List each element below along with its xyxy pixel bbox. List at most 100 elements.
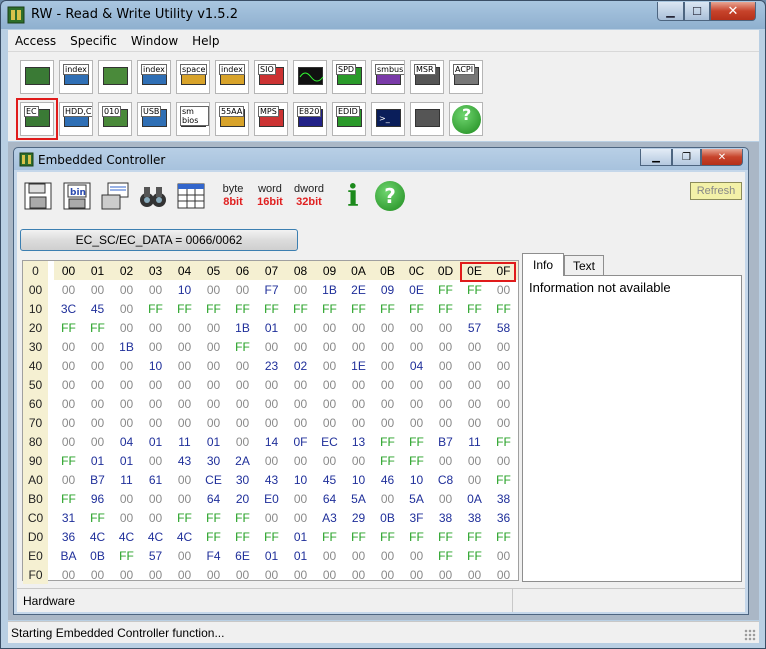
hex-cell[interactable]: 00 xyxy=(373,318,402,337)
hex-cell[interactable]: 43 xyxy=(170,451,199,470)
hex-cell[interactable]: 2E xyxy=(344,280,373,299)
hex-cell[interactable]: FF xyxy=(373,432,402,451)
hex-cell[interactable]: FF xyxy=(199,299,228,318)
hex-cell[interactable]: FF xyxy=(402,432,431,451)
hex-cell[interactable]: FF xyxy=(228,337,257,356)
hex-cell[interactable]: 00 xyxy=(83,280,112,299)
hex-cell[interactable]: B7 xyxy=(83,470,112,489)
hex-cell[interactable]: 00 xyxy=(112,565,141,584)
hex-cell[interactable]: 00 xyxy=(344,413,373,432)
hex-cell[interactable]: 00 xyxy=(83,432,112,451)
hex-cell[interactable]: 00 xyxy=(170,318,199,337)
hex-cell[interactable]: 00 xyxy=(489,375,518,394)
hex-cell[interactable]: 00 xyxy=(83,394,112,413)
hex-cell[interactable]: FF xyxy=(170,299,199,318)
hex-cell[interactable]: 00 xyxy=(141,394,170,413)
hex-cell[interactable]: 00 xyxy=(489,451,518,470)
hex-cell[interactable]: 36 xyxy=(489,508,518,527)
toolbar-spd-button[interactable]: SPD xyxy=(332,60,366,94)
hex-cell[interactable]: FF xyxy=(431,527,460,546)
hex-cell[interactable]: 57 xyxy=(460,318,489,337)
hex-cell[interactable]: 11 xyxy=(460,432,489,451)
hex-cell[interactable]: 00 xyxy=(228,280,257,299)
hex-cell[interactable]: 00 xyxy=(431,413,460,432)
hex-cell[interactable]: FF xyxy=(460,546,489,565)
hex-cell[interactable]: 45 xyxy=(315,470,344,489)
hex-cell[interactable]: 58 xyxy=(489,318,518,337)
hex-cell[interactable]: 00 xyxy=(460,375,489,394)
hex-cell[interactable]: 00 xyxy=(199,375,228,394)
hex-cell[interactable]: 36 xyxy=(54,527,83,546)
hex-cell[interactable]: FF xyxy=(315,299,344,318)
hex-cell[interactable]: 00 xyxy=(344,375,373,394)
hex-cell[interactable]: 04 xyxy=(112,432,141,451)
toolbar-disk-button[interactable]: 010 xyxy=(98,102,132,136)
toolbar-smbios-button[interactable]: sm bios xyxy=(176,102,210,136)
hex-cell[interactable]: 01 xyxy=(83,451,112,470)
hex-cell[interactable]: 00 xyxy=(170,470,199,489)
hex-cell[interactable]: 00 xyxy=(54,413,83,432)
hex-cell[interactable]: FF xyxy=(112,546,141,565)
hex-cell[interactable]: 00 xyxy=(402,318,431,337)
info-icon[interactable]: i xyxy=(339,179,367,214)
hex-cell[interactable]: 00 xyxy=(286,508,315,527)
hex-cell[interactable]: 01 xyxy=(257,318,286,337)
hex-cell[interactable]: FF xyxy=(431,299,460,318)
hex-cell[interactable]: 00 xyxy=(228,394,257,413)
hex-cell[interactable]: 00 xyxy=(460,337,489,356)
hex-cell[interactable]: 00 xyxy=(199,565,228,584)
hex-cell[interactable]: FF xyxy=(257,527,286,546)
toolbar-smbus-button[interactable]: smbus xyxy=(371,60,405,94)
hex-cell[interactable]: 00 xyxy=(402,394,431,413)
hex-cell[interactable]: 23 xyxy=(257,356,286,375)
hex-cell[interactable]: 00 xyxy=(141,565,170,584)
hex-cell[interactable]: FF xyxy=(489,470,518,489)
tab-info[interactable]: Info xyxy=(522,253,564,276)
hex-cell[interactable]: 00 xyxy=(54,565,83,584)
hex-cell[interactable]: FF xyxy=(141,299,170,318)
hex-cell[interactable]: 00 xyxy=(315,394,344,413)
hex-cell[interactable]: 57 xyxy=(141,546,170,565)
hex-cell[interactable]: 00 xyxy=(170,546,199,565)
hex-cell[interactable]: 00 xyxy=(489,337,518,356)
hex-cell[interactable]: 00 xyxy=(112,394,141,413)
hex-cell[interactable]: 1B xyxy=(112,337,141,356)
hex-cell[interactable]: CE xyxy=(199,470,228,489)
hex-cell[interactable]: 5A xyxy=(402,489,431,508)
hex-cell[interactable]: 00 xyxy=(112,280,141,299)
hex-cell[interactable]: FF xyxy=(489,299,518,318)
hex-cell[interactable]: 64 xyxy=(199,489,228,508)
hex-cell[interactable]: 00 xyxy=(344,546,373,565)
hex-cell[interactable]: 00 xyxy=(112,356,141,375)
hex-cell[interactable]: 5A xyxy=(344,489,373,508)
hex-cell[interactable]: 00 xyxy=(431,318,460,337)
hex-cell[interactable]: 11 xyxy=(112,470,141,489)
hex-cell[interactable]: 00 xyxy=(286,375,315,394)
hex-cell[interactable]: 00 xyxy=(141,508,170,527)
hex-cell[interactable]: 00 xyxy=(431,337,460,356)
maximize-button[interactable]: ☐ xyxy=(684,2,710,21)
hex-cell[interactable]: 64 xyxy=(315,489,344,508)
hex-cell[interactable]: 43 xyxy=(257,470,286,489)
hex-cell[interactable]: 00 xyxy=(373,546,402,565)
hex-cell[interactable]: 4C xyxy=(112,527,141,546)
toolbar-e820-button[interactable]: E820 xyxy=(293,102,327,136)
hex-cell[interactable]: FF xyxy=(431,280,460,299)
save-icon[interactable] xyxy=(21,180,55,212)
hex-cell[interactable]: 00 xyxy=(170,489,199,508)
hex-cell[interactable]: 00 xyxy=(315,451,344,470)
hex-cell[interactable]: 00 xyxy=(228,432,257,451)
hex-cell[interactable]: E0 xyxy=(257,489,286,508)
hex-cell[interactable]: 00 xyxy=(112,508,141,527)
hex-cell[interactable]: 00 xyxy=(373,337,402,356)
hex-cell[interactable]: 00 xyxy=(170,413,199,432)
menu-access[interactable]: Access xyxy=(8,34,63,48)
hex-cell[interactable]: FF xyxy=(460,280,489,299)
hex-cell[interactable]: 00 xyxy=(460,356,489,375)
hex-cell[interactable]: 00 xyxy=(54,394,83,413)
hex-cell[interactable]: 00 xyxy=(460,470,489,489)
hex-cell[interactable]: 00 xyxy=(228,413,257,432)
hex-cell[interactable]: 01 xyxy=(286,527,315,546)
hex-cell[interactable]: 00 xyxy=(170,394,199,413)
hex-cell[interactable]: 00 xyxy=(257,375,286,394)
